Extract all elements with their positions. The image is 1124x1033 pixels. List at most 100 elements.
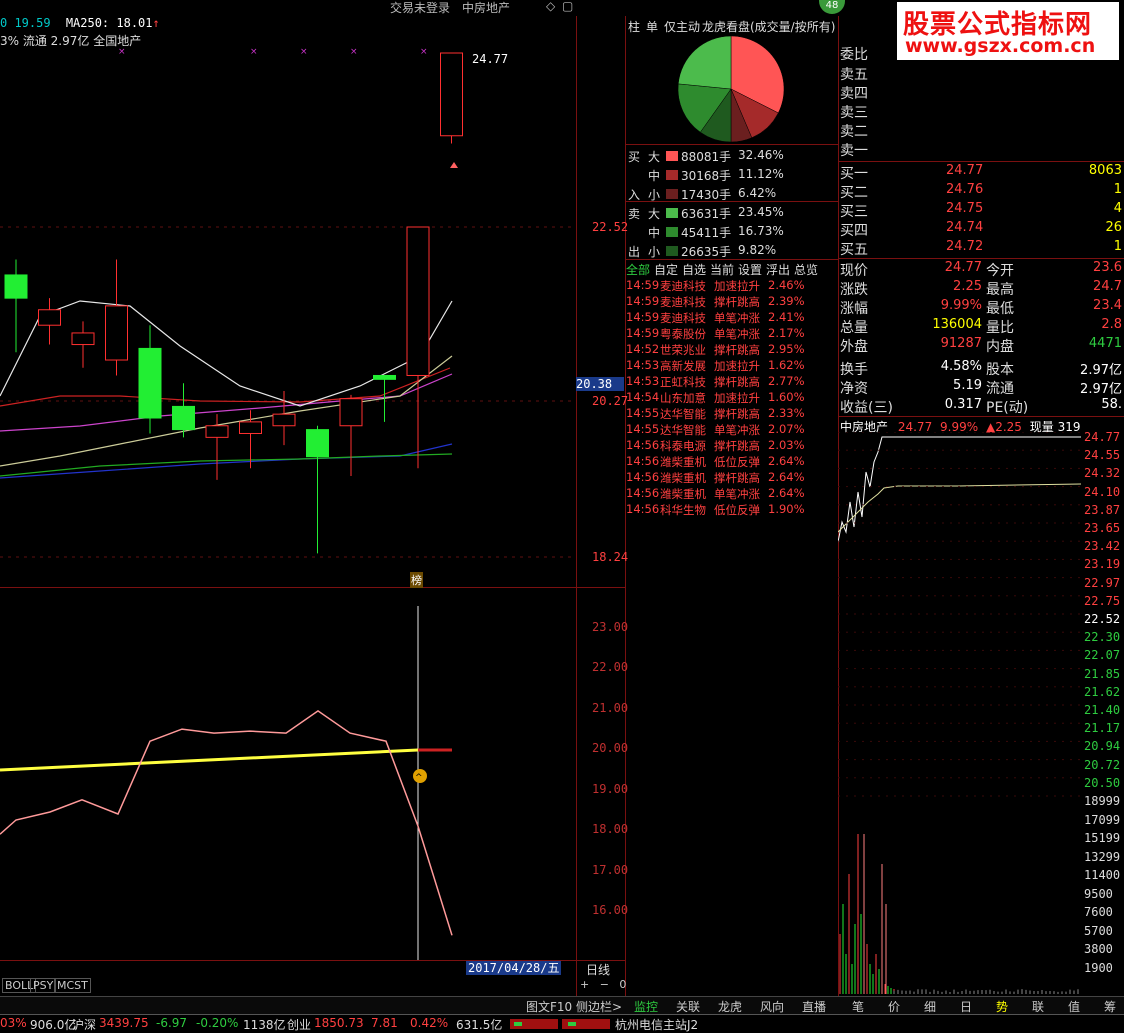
buy-level-label: 买三	[840, 201, 868, 221]
status-pct-a: 03%	[0, 1016, 27, 1030]
bottom-right-tab[interactable]: 笔	[852, 998, 864, 1015]
candlestick-chart[interactable]: 0 19.59 MA250: 18.01↑ 3% 流通 2.97亿 全国地产 ×…	[0, 16, 576, 586]
monitor-stock: 科华生物	[660, 502, 706, 518]
monitor-event: 单笔冲涨	[714, 486, 760, 502]
indicator-chart[interactable]: ^ 23.00 22.00 21.00 20.00 19.00 18.00 17.00 16.…	[0, 590, 576, 960]
bottom-tab-4[interactable]: 风向	[760, 998, 784, 1015]
intraday-volume-label: 3800	[1084, 942, 1113, 956]
monitor-row[interactable]: 14:55 达华智能 单笔冲涨 2.07%	[626, 422, 838, 438]
flow-panel: 柱 单 仅主动 龙虎看盘(成交量/按所有) 买大 88081手 32.46% 中 301…	[626, 16, 838, 996]
monitor-row[interactable]: 14:56 潍柴重机 单笔冲涨 2.64%	[626, 486, 838, 502]
bottom-right-tab[interactable]: 筹	[1104, 998, 1116, 1015]
monitor-event: 加速拉升	[714, 278, 760, 294]
tab-mcst[interactable]: MCST	[54, 978, 91, 993]
bottom-right-tab[interactable]: 细	[924, 998, 936, 1015]
stat-label-2: PE(动)	[986, 397, 1028, 417]
monitor-value: 2.64%	[768, 486, 805, 500]
monitor-tab[interactable]: 全部	[626, 261, 650, 278]
intraday-price-label: 23.65	[1084, 521, 1120, 535]
status-cy-label[interactable]: 创业	[287, 1016, 311, 1033]
flow-side: 卖	[628, 205, 640, 222]
monitor-row[interactable]: 14:55 达华智能 撑杆跳高 2.33%	[626, 406, 838, 422]
buy-level-price: 24.75	[946, 201, 983, 216]
monitor-tab[interactable]: 当前	[710, 261, 734, 278]
bottom-tab-2[interactable]: 关联	[676, 998, 700, 1015]
monitor-tab[interactable]: 自选	[682, 261, 706, 278]
flow-row: 中 30168手 11.12%	[626, 165, 838, 184]
bottom-right-tab[interactable]: 值	[1068, 998, 1080, 1015]
monitor-stock: 潍柴重机	[660, 470, 706, 486]
monitor-row[interactable]: 14:54 山东加意 加速拉升 1.60%	[626, 390, 838, 406]
monitor-tab[interactable]: 设置	[738, 261, 762, 278]
status-hs-amount: 1138亿	[243, 1016, 286, 1033]
bottom-tab-1[interactable]: 监控	[634, 998, 658, 1015]
zoom-controls[interactable]: + − 0	[580, 978, 626, 991]
buy-level-volume: 1	[1088, 239, 1122, 254]
period-mode[interactable]: 日线	[586, 961, 610, 978]
monitor-row[interactable]: 14:56 潍柴重机 低位反弹 2.64%	[626, 454, 838, 470]
stat-label: 净资	[840, 378, 868, 398]
bottom-tab-3[interactable]: 龙虎	[718, 998, 742, 1015]
stat-label: 收益(三)	[840, 397, 893, 417]
monitor-stock: 粤泰股份	[660, 326, 706, 342]
candle-body	[240, 422, 262, 434]
monitor-value: 2.41%	[768, 310, 805, 324]
monitor-tab[interactable]: 自定	[654, 261, 678, 278]
flow-volume: 88081手	[681, 148, 731, 165]
window-box-icon[interactable]: ▢	[562, 0, 573, 13]
list-marker[interactable]: 榜	[410, 572, 423, 588]
buy-level-volume: 26	[1088, 220, 1122, 235]
tab-sidebar[interactable]: 侧边栏>	[576, 998, 622, 1015]
tab-dragon[interactable]: 龙虎看盘(成交量/按所有)	[702, 18, 835, 35]
buy-level-label: 买二	[840, 182, 868, 202]
tab-active[interactable]: 仅主动	[664, 18, 700, 35]
monitor-stock: 达华智能	[660, 406, 706, 422]
monitor-row[interactable]: 14:59 麦迪科技 加速拉升 2.46%	[626, 278, 838, 294]
candle-body	[106, 306, 128, 360]
stat-label: 总量	[840, 317, 868, 337]
login-status: 交易未登录	[390, 0, 450, 16]
indicator-y-label: 19.00	[592, 782, 628, 796]
monitor-row[interactable]: 14:53 正虹科技 撑杆跳高 2.77%	[626, 374, 838, 390]
bottom-right-tab[interactable]: 联	[1032, 998, 1044, 1015]
intraday-price-label: 24.55	[1084, 448, 1120, 462]
monitor-row[interactable]: 14:56 科泰电源 撑杆跳高 2.03%	[626, 438, 838, 454]
monitor-row[interactable]: 14:56 潍柴重机 撑杆跳高 2.64%	[626, 470, 838, 486]
intraday-price-label: 22.07	[1084, 648, 1120, 662]
monitor-time: 14:56	[626, 486, 659, 500]
monitor-row[interactable]: 14:59 粤泰股份 单笔冲涨 2.17%	[626, 326, 838, 342]
monitor-tab[interactable]: 总览	[794, 261, 818, 278]
tab-f10[interactable]: 图文F10	[526, 998, 572, 1015]
bottom-right-tab[interactable]: 价	[888, 998, 900, 1015]
tab-bar[interactable]: 柱	[628, 18, 640, 35]
stat-value: 0.317	[928, 397, 982, 412]
status-hs-label[interactable]: 沪深	[72, 1016, 96, 1033]
monitor-row[interactable]: 14:53 高新发展 加速拉升 1.62%	[626, 358, 838, 374]
monitor-row[interactable]: 14:59 麦迪科技 单笔冲涨 2.41%	[626, 310, 838, 326]
tab-order[interactable]: 单	[646, 18, 658, 35]
monitor-tab[interactable]: 浮出	[766, 261, 790, 278]
buy-level-price: 24.77	[946, 163, 983, 178]
sell-level-label: 卖三	[840, 102, 868, 122]
flow-color-swatch	[666, 208, 678, 218]
monitor-row[interactable]: 14:56 科华生物 低位反弹 1.90%	[626, 502, 838, 518]
intraday-price-label: 24.10	[1084, 485, 1120, 499]
intraday-price-label: 20.72	[1084, 758, 1120, 772]
bottom-right-tab[interactable]: 势	[996, 998, 1008, 1015]
intraday-panel[interactable]: 中房地产 24.77 9.99% ▲2.25 现量 319 24.77 24.55…	[838, 416, 1124, 996]
stat-value-2: 2.8	[1078, 317, 1122, 332]
flow-size: 小	[648, 243, 660, 260]
bottom-right-tab[interactable]: 日	[960, 998, 972, 1015]
tab-psy[interactable]: PSY	[30, 978, 56, 993]
intraday-price-label: 22.52	[1084, 612, 1120, 626]
alert-chevron-icon: ^	[415, 773, 423, 783]
diamond-icon[interactable]: ◇	[546, 0, 555, 13]
status-cy-change: 7.81	[371, 1016, 398, 1030]
monitor-row[interactable]: 14:59 麦迪科技 撑杆跳高 2.39%	[626, 294, 838, 310]
flow-volume: 30168手	[681, 167, 731, 184]
status-cy-amount: 631.5亿	[456, 1016, 502, 1033]
bottom-tab-5[interactable]: 直播	[802, 998, 826, 1015]
committee-label: 委比	[840, 44, 868, 64]
y-label-mid: 20.27	[592, 394, 628, 408]
monitor-row[interactable]: 14:52 世荣兆业 撑杆跳高 2.95%	[626, 342, 838, 358]
